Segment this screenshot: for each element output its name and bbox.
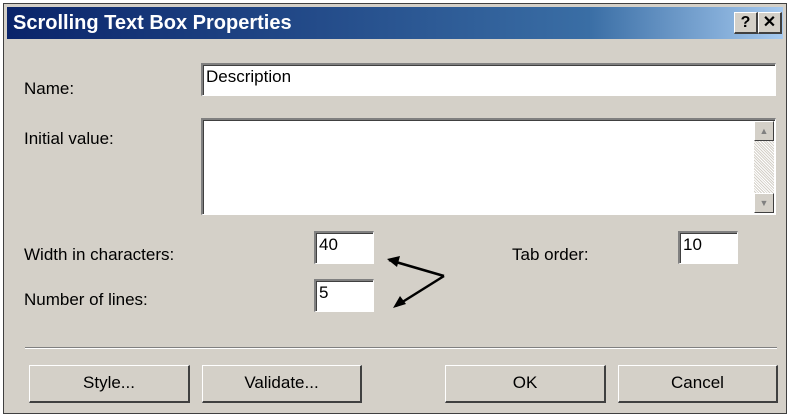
title-bar: Scrolling Text Box Properties ? ✕ <box>7 7 783 39</box>
window-title: Scrolling Text Box Properties <box>13 12 292 34</box>
validate-button[interactable]: Validate... <box>202 365 362 403</box>
help-button[interactable]: ? <box>734 12 758 34</box>
scroll-down-arrow-icon[interactable]: ▼ <box>754 193 774 213</box>
lines-label: Number of lines: <box>24 290 148 309</box>
initial-value-label: Initial value: <box>24 129 114 148</box>
name-label: Name: <box>24 79 75 98</box>
width-label: Width in characters: <box>24 245 175 264</box>
properties-dialog: Scrolling Text Box Properties ? ✕ Name: … <box>3 3 787 414</box>
name-field[interactable]: Description <box>201 63 776 96</box>
tab-order-field[interactable]: 10 <box>678 231 738 264</box>
close-button[interactable]: ✕ <box>758 12 782 34</box>
cancel-button[interactable]: Cancel <box>618 365 778 403</box>
separator <box>25 347 777 349</box>
style-button[interactable]: Style... <box>29 365 190 403</box>
width-field[interactable]: 40 <box>314 231 374 264</box>
ok-button[interactable]: OK <box>445 365 606 403</box>
initial-value-textarea[interactable]: ▲ ▼ <box>201 118 776 215</box>
annotation-arrows-icon <box>387 256 445 308</box>
initial-value-scrollbar[interactable]: ▲ ▼ <box>754 121 774 213</box>
tab-order-label: Tab order: <box>512 245 589 264</box>
scroll-up-arrow-icon[interactable]: ▲ <box>754 121 774 141</box>
lines-field[interactable]: 5 <box>314 279 374 312</box>
